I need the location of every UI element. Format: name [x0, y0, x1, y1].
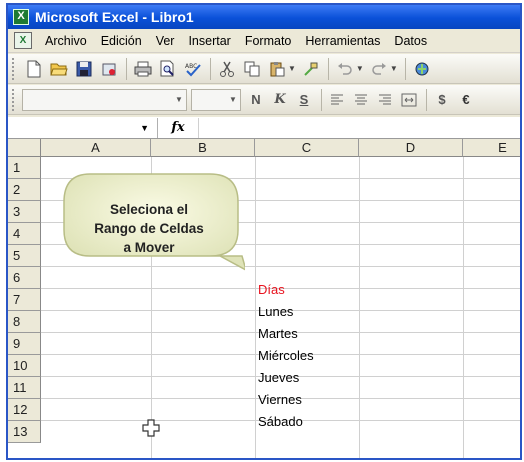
chevron-down-icon[interactable]: ▼: [226, 90, 240, 110]
toolbar-separator: [327, 57, 329, 80]
column-header-a[interactable]: A: [41, 139, 151, 157]
callout-bubble: Seleciona el Rango de Celdas a Mover: [60, 170, 248, 278]
row-header-10[interactable]: 10: [8, 355, 41, 377]
undo-icon[interactable]: [333, 57, 357, 81]
menu-insertar[interactable]: Insertar: [181, 32, 237, 50]
standard-toolbar: ABC ▼ ▼ ▼: [8, 54, 520, 84]
spelling-icon[interactable]: ABC: [181, 57, 205, 81]
row-header-6[interactable]: 6: [8, 267, 41, 289]
column-header-c[interactable]: C: [255, 139, 359, 157]
menu-datos[interactable]: Datos: [387, 32, 434, 50]
hyperlink-icon[interactable]: [410, 57, 434, 81]
save-icon[interactable]: [72, 57, 96, 81]
menu-herramientas[interactable]: Herramientas: [298, 32, 387, 50]
cell-cursor-icon: [142, 419, 160, 437]
cell-c11[interactable]: Sábado: [255, 411, 303, 433]
paste-icon[interactable]: [265, 57, 289, 81]
permission-icon[interactable]: [97, 57, 121, 81]
font-size-combo[interactable]: ▼: [191, 88, 241, 111]
merge-center-icon[interactable]: [398, 89, 420, 111]
column-header-b[interactable]: B: [151, 139, 255, 157]
menu-formato[interactable]: Formato: [238, 32, 299, 50]
euro-icon[interactable]: €: [455, 89, 477, 111]
toolbar-separator: [126, 57, 127, 80]
formula-bar: ▼ fx: [8, 117, 520, 139]
row-header-11[interactable]: 11: [8, 377, 41, 399]
toolbar-separator: [210, 57, 211, 80]
toolbar-separator: [321, 88, 322, 111]
print-icon[interactable]: [131, 57, 155, 81]
cell-c5[interactable]: Días: [255, 279, 285, 301]
name-box[interactable]: ▼: [8, 117, 158, 138]
row-header-9[interactable]: 9: [8, 333, 41, 355]
column-header-e[interactable]: E: [463, 139, 520, 157]
copy-icon[interactable]: [240, 57, 264, 81]
row-header-2[interactable]: 2: [8, 179, 41, 201]
open-icon[interactable]: [47, 57, 71, 81]
menu-bar: X Archivo Edición Ver Insertar Formato H…: [8, 29, 520, 53]
print-preview-icon[interactable]: [156, 57, 180, 81]
align-right-icon[interactable]: [374, 89, 396, 111]
callout-line: Rango de Celdas: [94, 221, 204, 236]
undo-dropdown-icon[interactable]: ▼: [356, 64, 364, 73]
insert-function-icon[interactable]: fx: [158, 120, 198, 135]
underline-icon[interactable]: S: [293, 89, 315, 111]
italic-icon[interactable]: K: [269, 89, 291, 111]
toolbar-separator: [404, 57, 406, 80]
row-header-3[interactable]: 3: [8, 201, 41, 223]
select-all-corner[interactable]: [8, 139, 41, 157]
redo-dropdown-icon[interactable]: ▼: [390, 64, 398, 73]
grid-line: [359, 157, 360, 458]
title-bar: X Microsoft Excel - Libro1: [8, 5, 520, 29]
cell-c8[interactable]: Miércoles: [255, 345, 314, 367]
toolbar-separator: [426, 88, 427, 111]
bold-icon[interactable]: N: [245, 89, 267, 111]
row-header-1[interactable]: 1: [8, 157, 41, 179]
row-header-8[interactable]: 8: [8, 311, 41, 333]
chevron-down-icon[interactable]: ▼: [172, 90, 186, 110]
window-title: Microsoft Excel - Libro1: [35, 9, 194, 25]
cell-c10[interactable]: Viernes: [255, 389, 302, 411]
paste-dropdown-icon[interactable]: ▼: [288, 64, 296, 73]
column-header-d[interactable]: D: [359, 139, 463, 157]
excel-window: X Microsoft Excel - Libro1 X Archivo Edi…: [6, 3, 522, 460]
cell-c7[interactable]: Martes: [255, 323, 298, 345]
cut-icon[interactable]: [215, 57, 239, 81]
menu-edicion[interactable]: Edición: [94, 32, 149, 50]
row-header-5[interactable]: 5: [8, 245, 41, 267]
font-name-combo[interactable]: ▼: [22, 88, 187, 111]
callout-line: Seleciona el: [109, 202, 189, 217]
workbook-icon[interactable]: X: [14, 32, 32, 49]
chevron-down-icon[interactable]: ▼: [140, 123, 149, 133]
redo-icon[interactable]: [367, 57, 391, 81]
menu-ver[interactable]: Ver: [149, 32, 182, 50]
formula-input[interactable]: [198, 117, 520, 138]
excel-app-icon: X: [13, 9, 29, 25]
formatting-toolbar: ▼ ▼ N K S $ €: [8, 85, 520, 115]
callout-text: Seleciona el Rango de Celdas a Mover: [64, 200, 234, 257]
new-icon[interactable]: [22, 57, 46, 81]
grid-line: [463, 157, 464, 458]
callout-line: a Mover: [123, 240, 175, 255]
row-header-13[interactable]: 13: [8, 421, 41, 443]
toolbar-grip[interactable]: [12, 88, 16, 111]
cell-c9[interactable]: Jueves: [255, 367, 299, 389]
row-header-7[interactable]: 7: [8, 289, 41, 311]
row-header-4[interactable]: 4: [8, 223, 41, 245]
align-left-icon[interactable]: [326, 89, 348, 111]
row-header-12[interactable]: 12: [8, 399, 41, 421]
toolbar-grip[interactable]: [12, 57, 16, 80]
menu-archivo[interactable]: Archivo: [38, 32, 94, 50]
format-painter-icon[interactable]: [299, 57, 323, 81]
cell-c6[interactable]: Lunes: [255, 301, 293, 323]
currency-icon[interactable]: $: [431, 89, 453, 111]
center-icon[interactable]: [350, 89, 372, 111]
